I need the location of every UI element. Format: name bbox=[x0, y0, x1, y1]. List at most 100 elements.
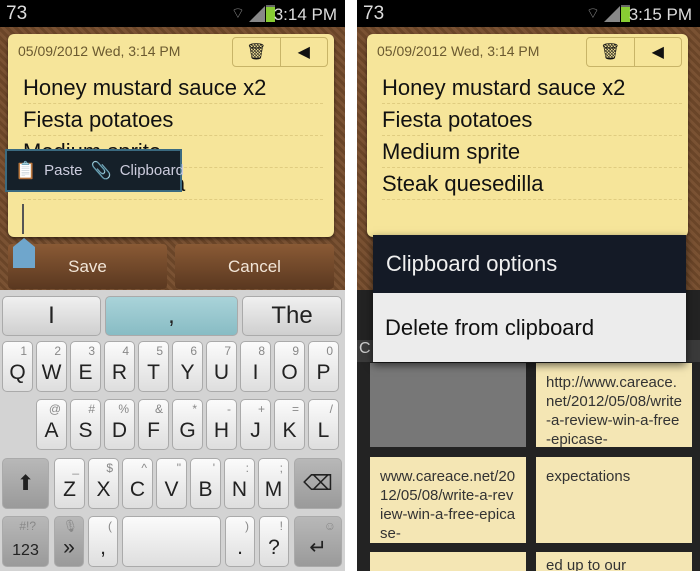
key-n[interactable]: :N bbox=[224, 458, 255, 509]
key-secondary: $ bbox=[106, 461, 113, 475]
note-line[interactable]: Honey mustard sauce x2 bbox=[23, 72, 323, 104]
key-l[interactable]: / L bbox=[308, 399, 339, 450]
note-line[interactable]: Fiesta potatoes bbox=[382, 104, 682, 136]
key-q[interactable]: 1Q bbox=[2, 341, 33, 392]
key-secondary: " bbox=[176, 461, 181, 475]
key-u[interactable]: 7U bbox=[206, 341, 237, 392]
key-d[interactable]: % D bbox=[104, 399, 135, 450]
key-f[interactable]: & F bbox=[138, 399, 169, 450]
note-line[interactable]: Fiesta potatoes bbox=[23, 104, 323, 136]
key-label: W bbox=[41, 361, 62, 384]
key-s[interactable]: # S bbox=[70, 399, 101, 450]
backspace-key[interactable]: ⌫ bbox=[294, 458, 342, 509]
left-screen: 73 ⌔ 3:14 PM 05/09/2012 Wed, 3:14 PM 🗑 ◀ … bbox=[0, 0, 345, 571]
key-secondary: = bbox=[291, 402, 299, 416]
key-r[interactable]: 4R bbox=[104, 341, 135, 392]
key-j[interactable]: + J bbox=[240, 399, 271, 450]
paste-popup: 📋 Paste 📎 Clipboard bbox=[5, 149, 184, 192]
key-secondary: : bbox=[245, 461, 249, 475]
key-label: F bbox=[147, 419, 160, 442]
key-secondary: 0 bbox=[326, 344, 333, 358]
signal-icon bbox=[604, 6, 620, 22]
dialog-title: Clipboard options bbox=[373, 235, 686, 293]
suggestion[interactable]: I bbox=[2, 296, 101, 336]
note-line[interactable]: Medium sprite bbox=[382, 136, 682, 168]
trash-icon[interactable]: 🗑 bbox=[233, 38, 280, 66]
voice-swype-key[interactable]: 🎙» bbox=[54, 516, 84, 567]
key-label: Y bbox=[180, 361, 195, 384]
delete-from-clipboard-option[interactable]: Delete from clipboard bbox=[373, 293, 686, 362]
status-bar: 73 ⌔ 3:15 PM bbox=[357, 0, 700, 27]
clock: 3:15 PM bbox=[628, 5, 692, 24]
key-p[interactable]: 0P bbox=[308, 341, 339, 392]
memo-note[interactable]: 05/09/2012 Wed, 3:14 PM 🗑 ◀ Honey mustard… bbox=[367, 34, 688, 237]
comma-key[interactable]: (, bbox=[88, 516, 118, 567]
key-h[interactable]: -H bbox=[206, 399, 237, 450]
key-label: P bbox=[316, 361, 331, 384]
back-arrow-icon[interactable]: ◀ bbox=[633, 38, 682, 66]
key-secondary: ' bbox=[212, 461, 215, 475]
clip-item[interactable]: www.careace.net/2012/05/08/write-a-revie… bbox=[370, 457, 526, 543]
key-secondary: ; bbox=[279, 461, 283, 475]
key-label: N bbox=[231, 478, 248, 501]
clip-item[interactable] bbox=[370, 552, 526, 571]
key-label: M bbox=[264, 478, 283, 501]
key-t[interactable]: 5T bbox=[138, 341, 169, 392]
key-label: Z bbox=[63, 478, 76, 501]
trash-icon[interactable]: 🗑 bbox=[587, 38, 634, 66]
key-a[interactable]: @ A bbox=[36, 399, 67, 450]
space-key[interactable] bbox=[122, 516, 221, 567]
key-v[interactable]: " V bbox=[156, 458, 187, 509]
memo-note[interactable]: 05/09/2012 Wed, 3:14 PM 🗑 ◀ Honey mustard… bbox=[8, 34, 334, 237]
question-key[interactable]: !? bbox=[259, 516, 289, 567]
clock: 3:14 PM bbox=[273, 5, 337, 24]
key-g[interactable]: * G bbox=[172, 399, 203, 450]
cancel-button[interactable]: Cancel bbox=[175, 244, 334, 289]
key-i[interactable]: 8I bbox=[240, 341, 271, 392]
suggestion[interactable]: , bbox=[105, 296, 238, 336]
key-c[interactable]: ^ C bbox=[122, 458, 153, 509]
notification-count: 73 bbox=[363, 3, 385, 24]
key-label: B bbox=[198, 478, 213, 501]
period-key[interactable]: ). bbox=[225, 516, 255, 567]
enter-key[interactable]: ☺ ↵ bbox=[294, 516, 342, 567]
key-label: S bbox=[78, 419, 93, 442]
key-o[interactable]: 9O bbox=[274, 341, 305, 392]
clip-item[interactable]: http://www.careace.net/2012/05/08/write-… bbox=[536, 363, 692, 447]
key-e[interactable]: 3E bbox=[70, 341, 101, 392]
key-secondary: 9 bbox=[292, 344, 299, 358]
notification-count: 73 bbox=[6, 3, 28, 24]
back-arrow-icon[interactable]: ◀ bbox=[279, 38, 328, 66]
key-b[interactable]: ' B bbox=[190, 458, 221, 509]
note-line[interactable]: Honey mustard sauce x2 bbox=[382, 72, 682, 104]
clip-item-image[interactable] bbox=[370, 363, 526, 447]
key-secondary: 1 bbox=[20, 344, 27, 358]
key-secondary: + bbox=[257, 402, 265, 416]
wifi-icon: ⌔ bbox=[585, 5, 600, 22]
symbols-key[interactable]: #!? 123 bbox=[2, 516, 49, 567]
key-label: X bbox=[96, 478, 111, 501]
key-label: K bbox=[282, 419, 297, 442]
clipboard-button[interactable]: Clipboard bbox=[120, 162, 184, 179]
key-label: U bbox=[213, 361, 230, 384]
status-bar: 73 ⌔ 3:14 PM bbox=[0, 0, 345, 27]
key-w[interactable]: 2W bbox=[36, 341, 67, 392]
clipboard-icon: 📋 bbox=[15, 160, 37, 180]
suggestion[interactable]: The bbox=[242, 296, 342, 336]
key-z[interactable]: _ Z bbox=[54, 458, 85, 509]
note-line[interactable]: Steak quesedilla bbox=[382, 168, 682, 200]
clip-item[interactable]: ed up to our bbox=[536, 552, 692, 571]
key-label: H bbox=[213, 419, 230, 442]
key-m[interactable]: ; M bbox=[258, 458, 289, 509]
shift-key[interactable]: ⬆ bbox=[2, 458, 49, 509]
key-y[interactable]: 6Y bbox=[172, 341, 203, 392]
paste-button[interactable]: Paste bbox=[44, 162, 82, 179]
key-x[interactable]: $ X bbox=[88, 458, 119, 509]
key-secondary: 5 bbox=[156, 344, 163, 358]
key-k[interactable]: = K bbox=[274, 399, 305, 450]
key-label: J bbox=[250, 419, 261, 442]
key-secondary: 4 bbox=[122, 344, 129, 358]
keyboard: I , The ⬆ ⌫ #!? 123 🎙» (, ). !? ☺ ↵ 1Q2W3E… bbox=[0, 290, 345, 571]
clip-item[interactable]: expectations bbox=[536, 457, 692, 543]
mic-icon: 🎙 bbox=[62, 519, 78, 533]
